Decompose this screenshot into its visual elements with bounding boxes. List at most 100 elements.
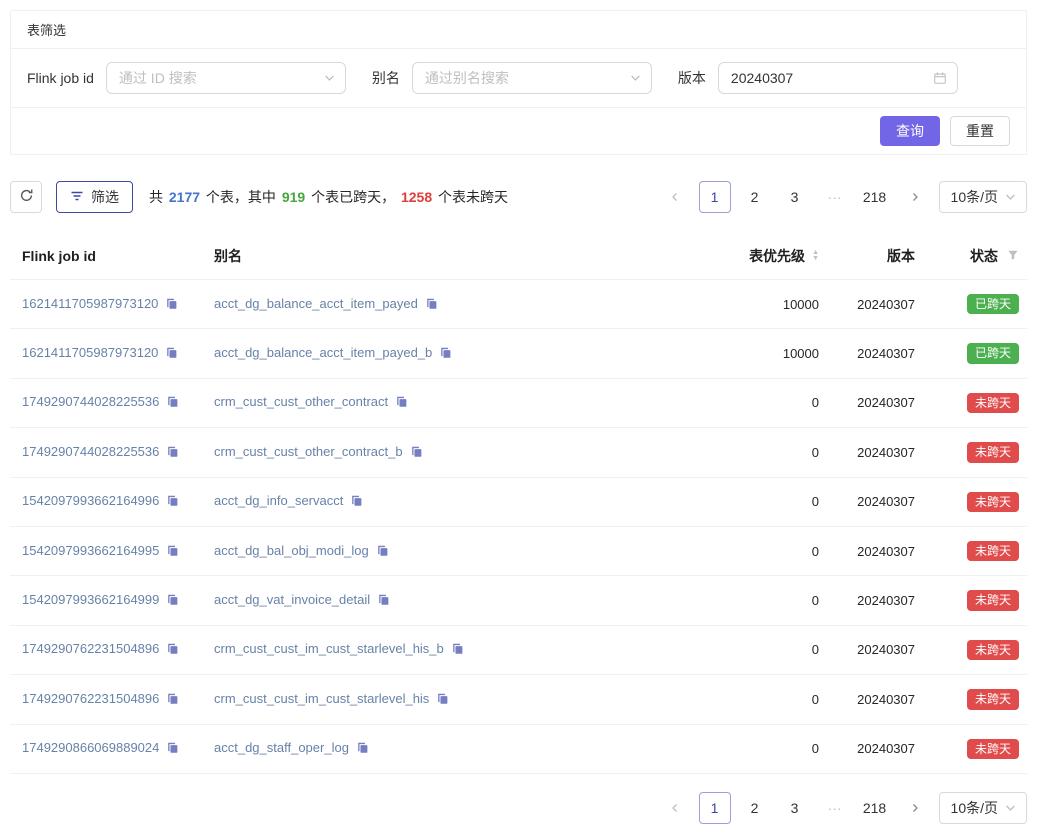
job-id-link[interactable]: 1749290866069889024 <box>22 740 159 755</box>
version-value: 20240307 <box>827 329 923 378</box>
version-value: 20240307 <box>827 526 923 575</box>
alias-link[interactable]: acct_dg_balance_acct_item_payed <box>214 296 418 311</box>
alias-select[interactable]: 通过别名搜索 <box>412 62 652 94</box>
filter-actions-row: 查询 重置 <box>11 108 1026 154</box>
priority-value: 0 <box>715 428 827 477</box>
alias-link[interactable]: acct_dg_staff_oper_log <box>214 740 349 755</box>
page-button-2[interactable]: 2 <box>739 792 771 824</box>
flink-job-id-select[interactable]: 通过 ID 搜索 <box>106 62 346 94</box>
copy-icon[interactable] <box>451 642 464 658</box>
page-size-value: 10条/页 <box>951 187 998 207</box>
page-button-last[interactable]: 218 <box>859 792 891 824</box>
copy-icon[interactable] <box>166 593 179 609</box>
page-button-3[interactable]: 3 <box>779 792 811 824</box>
copy-icon[interactable] <box>356 741 369 757</box>
alias-link[interactable]: crm_cust_cust_im_cust_starlevel_his <box>214 691 429 706</box>
crossed-count: 919 <box>282 189 305 205</box>
status-badge: 未跨天 <box>967 739 1019 759</box>
header-status: 状态 <box>923 231 1027 280</box>
job-id-link[interactable]: 1542097993662164995 <box>22 543 159 558</box>
copy-icon[interactable] <box>350 494 363 510</box>
copy-icon[interactable] <box>377 593 390 609</box>
version-value: 20240307 <box>827 428 923 477</box>
copy-icon[interactable] <box>166 642 179 658</box>
job-id-link[interactable]: 1749290762231504896 <box>22 641 159 656</box>
page-button-1[interactable]: 1 <box>699 181 731 213</box>
page-button-3[interactable]: 3 <box>779 181 811 213</box>
table-row: 1542097993662164995 acct_dg_bal_obj_modi… <box>10 526 1027 575</box>
version-value: 20240307 <box>827 724 923 773</box>
version-value: 20240307 <box>827 576 923 625</box>
job-id-link[interactable]: 1749290762231504896 <box>22 691 159 706</box>
alias-group: 别名 通过别名搜索 <box>372 62 652 94</box>
table-row: 1749290744028225536 crm_cust_cust_other_… <box>10 378 1027 427</box>
alias-link[interactable]: crm_cust_cust_im_cust_starlevel_his_b <box>214 641 444 656</box>
copy-icon[interactable] <box>166 494 179 510</box>
filter-toggle-button[interactable]: 筛选 <box>56 181 133 213</box>
total-count: 2177 <box>169 189 200 205</box>
reset-button[interactable]: 重置 <box>950 116 1010 146</box>
alias-link[interactable]: acct_dg_info_servacct <box>214 493 343 508</box>
copy-icon[interactable] <box>410 445 423 461</box>
job-id-link[interactable]: 1542097993662164999 <box>22 592 159 607</box>
job-id-link[interactable]: 1621411705987973120 <box>22 296 158 311</box>
status-badge: 未跨天 <box>967 393 1019 413</box>
table-row: 1542097993662164999 acct_dg_vat_invoice_… <box>10 576 1027 625</box>
search-button[interactable]: 查询 <box>880 116 940 146</box>
page-button-2[interactable]: 2 <box>739 181 771 213</box>
status-badge: 未跨天 <box>967 689 1019 709</box>
prev-page-button[interactable] <box>659 792 691 824</box>
copy-icon[interactable] <box>395 395 408 411</box>
version-date-input[interactable]: 20240307 <box>718 62 958 94</box>
priority-value: 0 <box>715 378 827 427</box>
alias-link[interactable]: acct_dg_vat_invoice_detail <box>214 592 370 607</box>
page-size-select[interactable]: 10条/页 <box>939 181 1027 213</box>
next-page-button[interactable] <box>899 792 931 824</box>
copy-icon[interactable] <box>376 544 389 560</box>
alias-link[interactable]: acct_dg_bal_obj_modi_log <box>214 543 369 558</box>
version-value: 20240307 <box>827 675 923 724</box>
sort-icon[interactable]: ▲▼ <box>812 250 819 262</box>
data-table: Flink job id 别名 表优先级▲▼ 版本 状态 16214117059… <box>10 231 1027 774</box>
chevron-down-icon <box>324 73 335 84</box>
pagination-top: 1 2 3 ··· 218 10条/页 <box>659 181 1027 213</box>
copy-icon[interactable] <box>165 297 178 313</box>
page-ellipsis[interactable]: ··· <box>819 181 851 213</box>
next-page-button[interactable] <box>899 181 931 213</box>
copy-icon[interactable] <box>166 741 179 757</box>
status-badge: 已跨天 <box>967 294 1019 314</box>
prev-page-button[interactable] <box>659 181 691 213</box>
copy-icon[interactable] <box>425 297 438 313</box>
header-alias: 别名 <box>206 231 715 280</box>
page-ellipsis[interactable]: ··· <box>819 792 851 824</box>
page-button-1[interactable]: 1 <box>699 792 731 824</box>
header-flink-job-id: Flink job id <box>10 231 206 280</box>
table-header-row: Flink job id 别名 表优先级▲▼ 版本 状态 <box>10 231 1027 280</box>
copy-icon[interactable] <box>165 346 178 362</box>
pagination-bottom-row: 1 2 3 ··· 218 10条/页 <box>10 792 1027 824</box>
alias-link[interactable]: acct_dg_balance_acct_item_payed_b <box>214 345 432 360</box>
copy-icon[interactable] <box>166 544 179 560</box>
header-version: 版本 <box>827 231 923 280</box>
page-button-last[interactable]: 218 <box>859 181 891 213</box>
alias-link[interactable]: crm_cust_cust_other_contract <box>214 394 388 409</box>
job-id-link[interactable]: 1621411705987973120 <box>22 345 158 360</box>
priority-value: 0 <box>715 526 827 575</box>
job-id-link[interactable]: 1749290744028225536 <box>22 394 159 409</box>
copy-icon[interactable] <box>166 395 179 411</box>
refresh-button[interactable] <box>10 181 42 213</box>
job-id-link[interactable]: 1749290744028225536 <box>22 444 159 459</box>
status-badge: 已跨天 <box>967 343 1019 363</box>
copy-icon[interactable] <box>166 445 179 461</box>
table-toolbar: 筛选 共 2177 个表，其中 919 个表已跨天， 1258 个表未跨天 1 … <box>10 181 1027 213</box>
filter-funnel-icon[interactable] <box>1007 248 1019 264</box>
priority-value: 0 <box>715 675 827 724</box>
version-label: 版本 <box>678 68 706 88</box>
copy-icon[interactable] <box>166 692 179 708</box>
job-id-link[interactable]: 1542097993662164996 <box>22 493 159 508</box>
page-size-select[interactable]: 10条/页 <box>939 792 1027 824</box>
copy-icon[interactable] <box>436 692 449 708</box>
filter-lines-icon <box>70 189 84 206</box>
copy-icon[interactable] <box>439 346 452 362</box>
alias-link[interactable]: crm_cust_cust_other_contract_b <box>214 444 403 459</box>
